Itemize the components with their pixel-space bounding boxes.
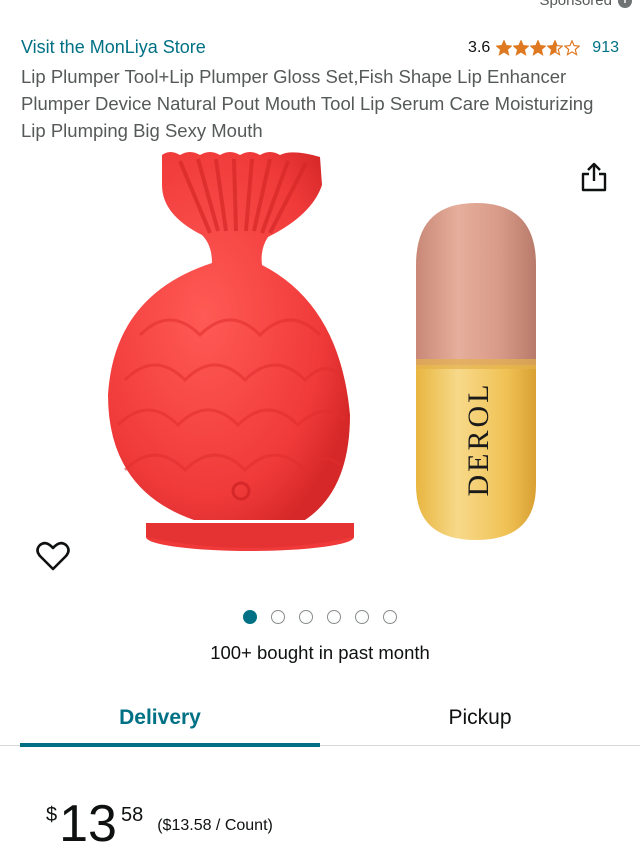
star-rating bbox=[496, 39, 581, 56]
rating-summary[interactable]: 3.6 913 bbox=[468, 39, 619, 57]
store-rating-row: Visit the MonLiya Store 3.6 913 bbox=[21, 37, 619, 58]
share-icon[interactable] bbox=[580, 161, 608, 193]
carousel-dot[interactable] bbox=[355, 610, 369, 624]
price-currency: $ bbox=[46, 804, 58, 826]
review-count-link[interactable]: 913 bbox=[592, 39, 619, 57]
sponsored-label[interactable]: Sponsored i bbox=[539, 0, 632, 9]
lip-plumper-tool bbox=[108, 152, 354, 551]
lip-gloss-bottle: DEROL bbox=[416, 203, 536, 540]
rating-score: 3.6 bbox=[468, 38, 491, 56]
unit-price: ($13.58 / Count) bbox=[157, 817, 273, 834]
tab-delivery[interactable]: Delivery bbox=[0, 690, 320, 747]
bought-in-past-month: 100+ bought in past month bbox=[210, 642, 430, 663]
heart-icon[interactable] bbox=[36, 540, 70, 572]
price: $ 13 58 ($13.58 / Count) bbox=[46, 798, 273, 850]
price-whole: 13 bbox=[59, 795, 117, 853]
carousel-dot[interactable] bbox=[383, 610, 397, 624]
carousel-dot[interactable] bbox=[271, 610, 285, 624]
star-icon bbox=[564, 39, 581, 56]
gloss-brand-text: DEROL bbox=[462, 382, 495, 497]
sponsored-text: Sponsored bbox=[539, 0, 612, 9]
tab-pickup[interactable]: Pickup bbox=[320, 690, 640, 745]
carousel-dot[interactable] bbox=[299, 610, 313, 624]
store-link[interactable]: Visit the MonLiya Store bbox=[21, 37, 206, 58]
image-carousel-indicator[interactable] bbox=[243, 610, 397, 624]
carousel-dot[interactable] bbox=[243, 610, 257, 624]
carousel-dot[interactable] bbox=[327, 610, 341, 624]
price-fraction: 58 bbox=[120, 804, 144, 826]
star-icon bbox=[513, 39, 530, 56]
star-icon bbox=[496, 39, 513, 56]
star-icon bbox=[547, 39, 564, 56]
product-image[interactable]: DEROL bbox=[100, 145, 560, 585]
product-title: Lip Plumper Tool+Lip Plumper Gloss Set,F… bbox=[21, 66, 594, 141]
info-icon[interactable]: i bbox=[618, 0, 632, 8]
star-icon bbox=[530, 39, 547, 56]
fulfillment-tabs: Delivery Pickup bbox=[0, 690, 640, 747]
